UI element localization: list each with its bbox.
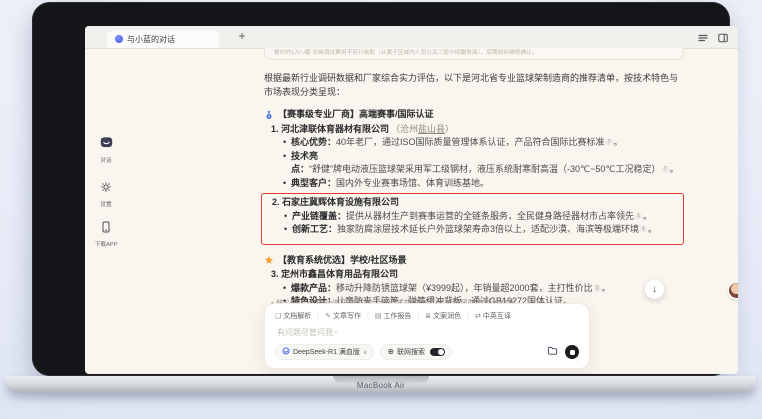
phone-icon (100, 220, 112, 237)
sidebar-toggle-icon[interactable] (717, 31, 729, 49)
new-tab-button[interactable]: + (235, 29, 249, 43)
composer-panel: ❏文档解析 | ✎文章写作 | ▤工作报告 | ≣文案润色 | ⇄中英互译 DeepSeek-R… (264, 303, 590, 369)
stop-record-button[interactable] (565, 345, 579, 359)
composer-tab-label: 文案润色 (433, 311, 461, 321)
web-search-toggle[interactable]: ⊕ 联网搜索 (380, 344, 452, 360)
app-sidebar: 对话设置下载APP (85, 48, 127, 374)
sidebar-item-label: 设置 (86, 199, 126, 208)
model-label: DeepSeek-R1 满血版 (293, 347, 360, 357)
previous-quote-card: 报价约1万/·/套 安装调试费用不另行收取（从属于区域内人员以及三层中间服务商）… (264, 48, 684, 60)
chat-logo-icon (100, 136, 113, 153)
sidebar-item-download-app[interactable]: 下载APP (85, 220, 127, 248)
translate-icon: ⇄ (475, 312, 481, 320)
deepseek-logo-icon (282, 347, 290, 357)
model-selector[interactable]: DeepSeek-R1 满血版 ∨ (275, 344, 374, 360)
citation-badge[interactable]: 7 (606, 139, 613, 146)
user-avatar[interactable] (729, 283, 738, 298)
chat-thread: 报价约1万/·/套 安装调试费用不另行收取（从属于区域内人员以及三层中间服务商）… (264, 48, 684, 337)
gear-icon (100, 180, 112, 197)
company-bullet: 技术亮点：“舒健”牌电动液压篮球架采用军工级钢材，液压系统耐寒耐高温（-30℃~… (291, 150, 684, 177)
citation-badge[interactable]: 1 (635, 213, 642, 220)
tab-separator: | (367, 313, 369, 320)
composer-tab-label: 文档解析 (283, 311, 311, 321)
prompt-input[interactable] (275, 327, 583, 338)
sidebar-item-settings[interactable]: 设置 (85, 180, 127, 208)
section-title: 【赛事级专业厂商】高端赛事/国际认证 (278, 108, 434, 122)
section-heading: 【教育系统优选】学校/社区场景 (264, 254, 684, 268)
company-name: 1. 河北津联体育器材有限公司（沧州盐山县） (264, 123, 684, 137)
desktop-background: 与小蓝的对话 + 对话设置下载APP 报价约1万/·/套 安装调试费用不另行收取… (0, 0, 762, 419)
company-bullet: 核心优势：40年老厂，通过ISO国际质量管理体系认证，产品符合国际比赛标准7。 (291, 136, 684, 150)
scroll-to-bottom-button[interactable]: ↓ (645, 280, 664, 299)
app-window: 与小蓝的对话 + 对话设置下载APP 报价约1万/·/套 安装调试费用不另行收取… (85, 26, 738, 374)
company-item: 1. 河北津联体育器材有限公司（沧州盐山县）核心优势：40年老厂，通过ISO国际… (264, 123, 684, 191)
web-search-label: 联网搜索 (397, 347, 425, 357)
company-item-highlighted: 2. 石家庄冀辉体育设施有限公司产业链覆盖：提供从器材生产到赛事运营的全链条服务… (261, 193, 684, 245)
company-bullet: 创新工艺：独家防腐涂层技术延长户外篮球架寿命3倍以上，适配沙漠、海滨等极端环境1… (292, 223, 677, 237)
company-bullet: 爆款产品：移动升降防锈篮球架（¥3999起），年销量超2000套，主打性价比2。 (291, 282, 684, 296)
macbook-bezel: 与小蓝的对话 + 对话设置下载APP 报价约1万/·/套 安装调试费用不另行收取… (32, 2, 730, 376)
quote-tail-text: 报价约1万/·/套 安装调试费用不另行收取（从属于区域内人员以及三层中间服务商）… (274, 48, 537, 56)
menu-icon[interactable] (697, 31, 709, 49)
folder-icon[interactable] (547, 343, 558, 361)
company-bullet: 产业链覆盖：提供从器材生产到赛事运营的全链条服务，全民健身路径器材市占率领先1。 (292, 210, 677, 224)
tab-separator: | (317, 313, 319, 320)
globe-icon: ⊕ (387, 348, 394, 356)
sidebar-item-label: 对话 (86, 155, 126, 164)
composer-tab-5[interactable]: ⇄中英互译 (475, 311, 511, 321)
macbook-base: MacBook Air (6, 376, 756, 393)
tab-separator: | (417, 313, 419, 320)
tab-favicon-icon (115, 35, 123, 43)
composer-tool-tabs: ❏文档解析 | ✎文章写作 | ▤工作报告 | ≣文案润色 | ⇄中英互译 (275, 311, 579, 321)
composer-tab-label: 中英互译 (483, 311, 511, 321)
pencil-icon: ✎ (325, 312, 331, 320)
device-label: MacBook Air (6, 381, 756, 390)
sidebar-item-chat[interactable]: 对话 (85, 136, 127, 164)
composer-tab-3[interactable]: ▤工作报告 (375, 311, 412, 321)
company-name: 2. 石家庄冀辉体育设施有限公司 (265, 196, 677, 210)
composer-tab-label: 文章写作 (333, 311, 361, 321)
composer-tab-2[interactable]: ✎文章写作 (325, 311, 361, 321)
medal-icon (264, 110, 274, 120)
web-search-switch[interactable] (430, 348, 445, 356)
section-heading: 【赛事级专业厂商】高端赛事/国际认证 (264, 108, 684, 122)
company-bullet: 典型客户：国内外专业赛事场馆、体育训练基地。 (291, 177, 684, 191)
report-icon: ▤ (375, 312, 382, 320)
section-title: 【教育系统优选】学校/社区场景 (278, 254, 407, 268)
location-link[interactable]: 盐山县 (418, 124, 445, 134)
citation-badge[interactable]: 2 (594, 285, 601, 292)
chevron-down-icon: ∨ (363, 349, 367, 356)
composer-tab-label: 工作报告 (383, 311, 411, 321)
browser-tab-bar: 与小蓝的对话 + (85, 26, 738, 49)
citation-badge[interactable]: 7 (662, 166, 669, 173)
star-icon (264, 255, 274, 265)
tab-separator: | (467, 313, 469, 320)
assistant-intro-paragraph: 根据最新行业调研数据和厂家综合实力评估，以下是河北省专业篮球架制造商的推荐清单，… (264, 72, 684, 99)
document-icon: ❏ (275, 312, 281, 320)
composer-tab-1[interactable]: ❏文档解析 (275, 311, 311, 321)
composer-tab-4[interactable]: ≣文案润色 (425, 311, 461, 321)
tab-title: 与小蓝的对话 (127, 34, 175, 45)
company-name: 3. 定州市鑫昌体育用品有限公司 (264, 268, 684, 282)
sidebar-item-label: 下载APP (86, 239, 126, 248)
polish-icon: ≣ (425, 312, 431, 320)
company-location: （沧州盐山县） (391, 124, 454, 134)
browser-tab[interactable]: 与小蓝的对话 (107, 30, 219, 48)
citation-badge[interactable]: 1 (640, 226, 647, 233)
